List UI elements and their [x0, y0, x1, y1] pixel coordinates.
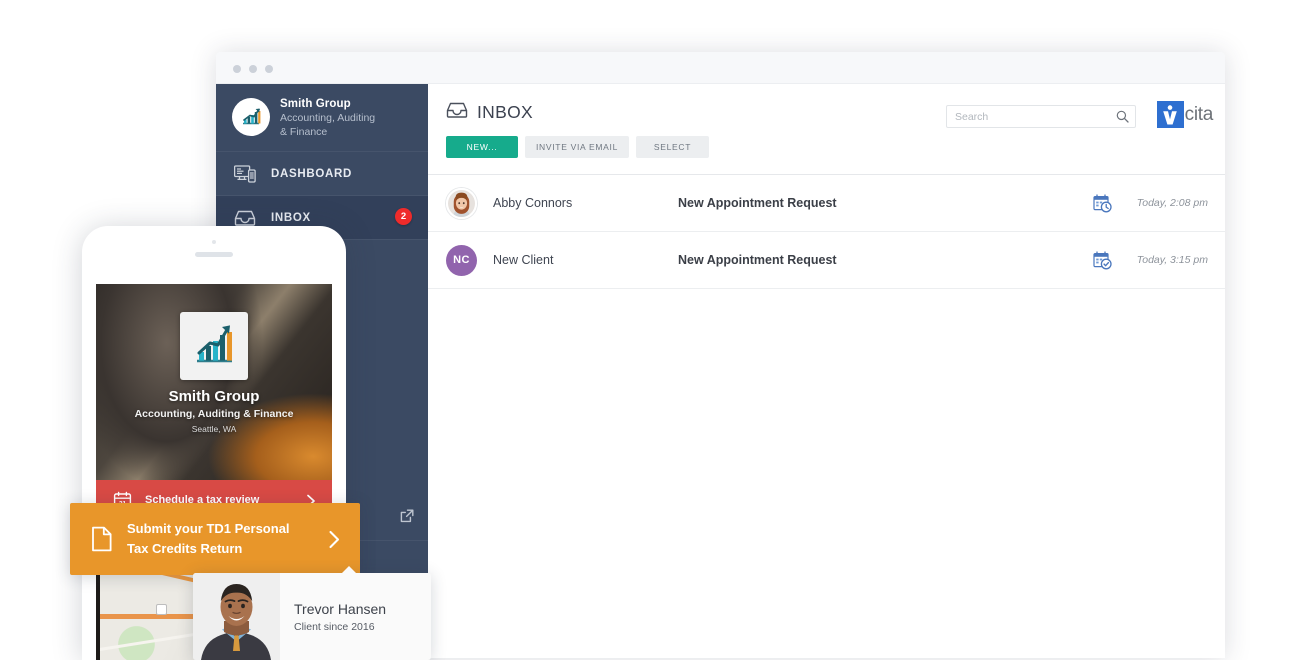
- sidebar-item-dashboard-label: DASHBOARD: [271, 167, 353, 180]
- new-button[interactable]: NEW...: [446, 136, 518, 158]
- vcita-logo: cita: [1156, 101, 1214, 128]
- table-row[interactable]: NC New Client New Appointment Request To…: [428, 232, 1225, 289]
- dashboard-devices-icon: [234, 163, 260, 185]
- app-main: INBOX NEW... INVITE VIA EMAIL SELECT Sea…: [428, 84, 1225, 658]
- promo-banner[interactable]: Submit your TD1 Personal Tax Credits Ret…: [70, 503, 360, 575]
- document-icon: [91, 526, 113, 552]
- search-input[interactable]: [947, 106, 1109, 127]
- phone-speaker: [195, 252, 233, 257]
- avatar: NC: [446, 244, 477, 276]
- browser-window: Smith Group Accounting, Auditing & Finan…: [216, 52, 1225, 658]
- map-marker-start: [156, 604, 167, 615]
- promo-text: Submit your TD1 Personal Tax Credits Ret…: [127, 519, 305, 559]
- growth-chart-logo-icon: [180, 312, 248, 380]
- row-contact-name: New Client: [493, 253, 554, 267]
- brand-tagline-line2: & Finance: [280, 126, 328, 138]
- search-box[interactable]: [946, 105, 1136, 128]
- screenshot-stage: Smith Group Accounting, Auditing & Finan…: [0, 0, 1300, 660]
- brand-name: Smith Group: [280, 98, 351, 110]
- external-link-icon[interactable]: [399, 508, 415, 524]
- contact-card-pointer: [340, 566, 358, 575]
- contact-name: Trevor Hansen: [294, 601, 387, 617]
- row-timestamp: Today, 2:08 pm: [1136, 197, 1208, 209]
- growth-chart-logo-icon: [232, 98, 270, 136]
- select-button[interactable]: SELECT: [636, 136, 709, 158]
- phone-business-tagline: Accounting, Auditing & Finance: [134, 408, 294, 420]
- inbox-unread-badge: 2: [395, 208, 412, 225]
- row-timestamp: Today, 3:15 pm: [1136, 254, 1208, 266]
- action-button-group: NEW... INVITE VIA EMAIL SELECT: [446, 136, 1225, 158]
- row-contact-name: Abby Connors: [493, 196, 573, 210]
- invite-via-email-button[interactable]: INVITE VIA EMAIL: [525, 136, 629, 158]
- calendar-clock-icon: [1093, 250, 1112, 270]
- window-minimize-dot[interactable]: [249, 65, 257, 73]
- phone-business-location: Seattle, WA: [191, 424, 237, 434]
- window-close-dot[interactable]: [233, 65, 241, 73]
- contact-portrait: [193, 573, 280, 660]
- contact-subtitle: Client since 2016: [294, 621, 375, 633]
- avatar: [446, 187, 477, 219]
- contact-card[interactable]: Trevor Hansen Client since 2016: [193, 573, 431, 660]
- sidebar-item-dashboard[interactable]: DASHBOARD: [216, 152, 428, 196]
- brand-tagline-line1: Accounting, Auditing: [280, 112, 376, 124]
- sidebar-brand[interactable]: Smith Group Accounting, Auditing & Finan…: [216, 84, 428, 152]
- chevron-right-icon: [328, 530, 341, 549]
- inbox-tray-icon: [446, 101, 468, 124]
- promo-line-2: Tax Credits Return: [127, 541, 243, 556]
- calendar-clock-icon: [1093, 193, 1112, 213]
- row-subject: New Appointment Request: [678, 196, 837, 210]
- vcita-mark-icon: [1156, 101, 1184, 128]
- window-maximize-dot[interactable]: [265, 65, 273, 73]
- phone-hero-banner: Smith Group Accounting, Auditing & Finan…: [96, 284, 332, 480]
- page-title: INBOX: [477, 101, 533, 122]
- search-icon[interactable]: [1109, 106, 1135, 127]
- browser-title-bar: [216, 52, 1225, 84]
- table-row[interactable]: Abby Connors New Appointment Request Tod: [428, 175, 1225, 232]
- row-subject: New Appointment Request: [678, 253, 837, 267]
- vcita-wordmark: cita: [1184, 103, 1214, 125]
- phone-business-name: Smith Group: [168, 388, 260, 405]
- phone-camera: [212, 240, 216, 244]
- promo-line-1: Submit your TD1 Personal: [127, 521, 290, 536]
- sidebar-item-inbox-label: INBOX: [271, 211, 311, 224]
- main-header: INBOX NEW... INVITE VIA EMAIL SELECT Sea…: [428, 84, 1225, 175]
